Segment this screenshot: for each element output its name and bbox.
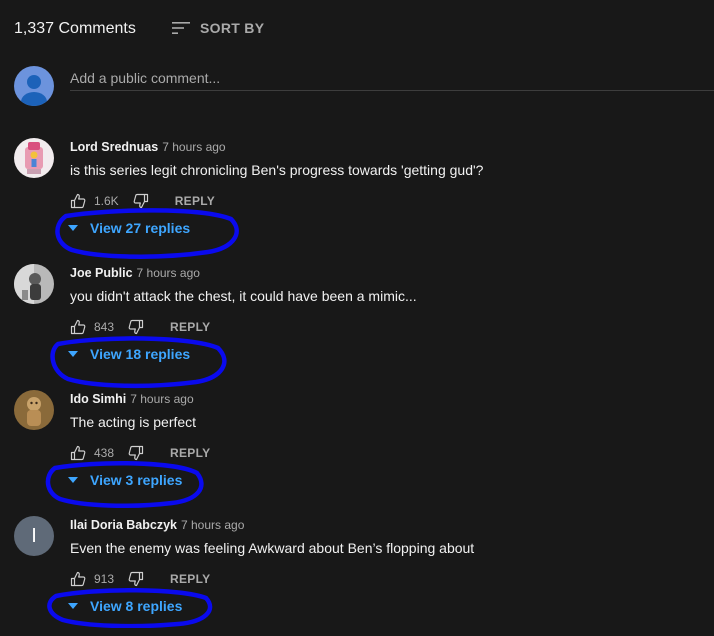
comment-item: I Ilai Doria Babczyk 7 hours ago Even the… — [14, 516, 714, 636]
comment-meta: Lord Srednuas 7 hours ago — [70, 140, 226, 154]
thumb-up-icon[interactable] — [70, 319, 86, 335]
reply-button[interactable]: REPLY — [170, 446, 210, 460]
commenter-avatar[interactable] — [14, 390, 54, 430]
view-replies-button[interactable]: View 3 replies — [68, 470, 182, 490]
thumb-down-icon[interactable] — [128, 445, 144, 461]
reply-button[interactable]: REPLY — [175, 194, 215, 208]
add-comment-input[interactable] — [70, 66, 714, 91]
thumb-down-icon[interactable] — [128, 571, 144, 587]
sort-icon — [172, 22, 190, 34]
view-replies-button[interactable]: View 8 replies — [68, 596, 182, 616]
comment-count: 1,337 Comments — [14, 20, 136, 37]
comment-actions: 843 REPLY — [70, 318, 210, 336]
comment-meta: Joe Public 7 hours ago — [70, 266, 200, 280]
comment-time[interactable]: 7 hours ago — [130, 392, 193, 406]
author-name[interactable]: Ilai Doria Babczyk — [70, 518, 177, 532]
comment-item: Ido Simhi 7 hours ago The acting is perfe… — [14, 390, 714, 510]
comment-actions: 913 REPLY — [70, 570, 210, 588]
reply-button[interactable]: REPLY — [170, 320, 210, 334]
comment-meta: Ido Simhi 7 hours ago — [70, 392, 194, 406]
comment-text: Even the enemy was feeling Awkward about… — [70, 540, 475, 556]
thumb-down-icon[interactable] — [133, 193, 149, 209]
comment-text: you didn't attack the chest, it could ha… — [70, 288, 417, 304]
view-replies-label: View 3 replies — [90, 472, 183, 488]
view-replies-button[interactable]: View 18 replies — [68, 344, 190, 364]
comment-text: is this series legit chronicling Ben's p… — [70, 162, 484, 178]
author-name[interactable]: Ido Simhi — [70, 392, 126, 406]
like-count: 1.6K — [94, 194, 119, 208]
sort-by-label: SORT BY — [200, 20, 265, 36]
caret-down-icon — [68, 603, 78, 609]
author-name[interactable]: Joe Public — [70, 266, 133, 280]
comment-time[interactable]: 7 hours ago — [137, 266, 200, 280]
like-count: 843 — [94, 320, 115, 334]
commenter-avatar[interactable] — [14, 264, 54, 304]
add-comment-row — [14, 66, 714, 108]
view-replies-label: View 27 replies — [90, 220, 191, 236]
commenter-avatar[interactable]: I — [14, 516, 54, 556]
like-count: 913 — [94, 572, 115, 586]
comment-text: The acting is perfect — [70, 414, 197, 430]
avatar-initial: I — [31, 524, 37, 547]
comment-actions: 1.6K REPLY — [70, 192, 215, 210]
comment-item: Lord Srednuas 7 hours ago is this series … — [14, 138, 714, 258]
view-replies-button[interactable]: View 27 replies — [68, 218, 190, 238]
comment-time[interactable]: 7 hours ago — [181, 518, 244, 532]
caret-down-icon — [68, 225, 78, 231]
reply-button[interactable]: REPLY — [170, 572, 210, 586]
author-name[interactable]: Lord Srednuas — [70, 140, 158, 154]
like-count: 438 — [94, 446, 115, 460]
thumb-down-icon[interactable] — [128, 319, 144, 335]
thumb-up-icon[interactable] — [70, 445, 86, 461]
comment-meta: Ilai Doria Babczyk 7 hours ago — [70, 518, 244, 532]
sort-by-button[interactable]: SORT BY — [172, 18, 264, 38]
thumb-up-icon[interactable] — [70, 571, 86, 587]
view-replies-label: View 8 replies — [90, 598, 183, 614]
comment-time[interactable]: 7 hours ago — [162, 140, 225, 154]
user-silhouette-icon — [21, 75, 47, 106]
caret-down-icon — [68, 351, 78, 357]
comment-item: Joe Public 7 hours ago you didn't attack … — [14, 264, 714, 384]
thumb-up-icon[interactable] — [70, 193, 86, 209]
comment-actions: 438 REPLY — [70, 444, 210, 462]
view-replies-label: View 18 replies — [90, 346, 191, 362]
commenter-avatar[interactable] — [14, 138, 54, 178]
caret-down-icon — [68, 477, 78, 483]
comments-header: 1,337 Comments SORT BY — [14, 18, 704, 42]
user-avatar — [14, 66, 54, 106]
